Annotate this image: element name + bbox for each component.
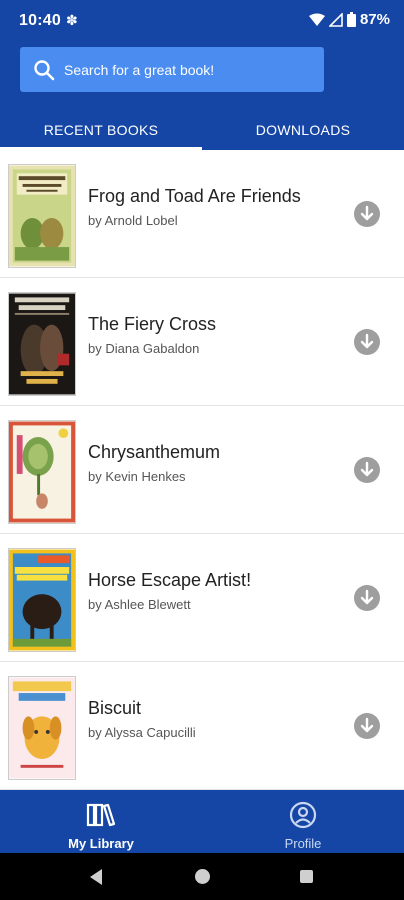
nav-my-library[interactable]: My Library bbox=[0, 790, 202, 853]
settings-notification-icon: ✽ bbox=[66, 12, 78, 28]
system-navigation-bar bbox=[0, 853, 404, 900]
book-list: Frog and Toad Are Friends by Arnold Lobe… bbox=[0, 150, 404, 790]
wifi-icon bbox=[308, 13, 325, 26]
book-title: Biscuit bbox=[88, 698, 142, 718]
book-title: The Fiery Cross bbox=[88, 314, 217, 334]
chrysanthemum-cover bbox=[8, 420, 76, 524]
status-bar: 10:40 ✽ 87% bbox=[0, 0, 404, 44]
download-icon[interactable] bbox=[353, 200, 381, 228]
status-time: 10:40 bbox=[19, 12, 61, 29]
biscuit-cover bbox=[8, 676, 76, 780]
list-item[interactable]: Frog and Toad Are Friends by Arnold Lobe… bbox=[0, 150, 404, 278]
download-icon[interactable] bbox=[353, 584, 381, 612]
battery-icon bbox=[346, 12, 356, 27]
tab-downloads[interactable]: DOWNLOADS bbox=[202, 106, 404, 150]
book-author: by Arnold Lobel bbox=[88, 213, 178, 228]
bottom-navigation: My Library Profile bbox=[0, 790, 404, 853]
book-author: by Kevin Henkes bbox=[88, 469, 186, 484]
nav-label: Profile bbox=[284, 836, 322, 851]
recents-icon[interactable] bbox=[300, 870, 313, 883]
list-item[interactable]: The Fiery Cross by Diana Gabaldon bbox=[0, 278, 404, 406]
download-icon[interactable] bbox=[353, 456, 381, 484]
back-icon[interactable] bbox=[90, 869, 102, 885]
status-icons: 87% bbox=[308, 11, 390, 28]
search-icon bbox=[34, 59, 55, 80]
home-icon[interactable] bbox=[195, 869, 210, 884]
battery-percent: 87% bbox=[359, 11, 390, 28]
horse-escape-cover bbox=[8, 548, 76, 652]
search-placeholder: Search for a great book! bbox=[64, 61, 215, 78]
tab-bar: RECENT BOOKS DOWNLOADS bbox=[0, 106, 404, 150]
book-author: by Ashlee Blewett bbox=[88, 597, 191, 612]
book-author: by Diana Gabaldon bbox=[88, 341, 200, 356]
list-item[interactable]: Horse Escape Artist! by Ashlee Blewett bbox=[0, 534, 404, 662]
book-title: Frog and Toad Are Friends bbox=[88, 186, 301, 206]
fiery-cross-cover bbox=[8, 292, 76, 396]
nav-profile[interactable]: Profile bbox=[202, 790, 404, 853]
book-title: Chrysanthemum bbox=[88, 442, 221, 462]
profile-icon bbox=[288, 800, 318, 830]
list-item[interactable]: Biscuit by Alyssa Capucilli bbox=[0, 662, 404, 790]
nav-label: My Library bbox=[68, 836, 134, 851]
list-item[interactable]: Chrysanthemum by Kevin Henkes bbox=[0, 406, 404, 534]
frog-and-toad-cover bbox=[8, 164, 76, 268]
search-bar[interactable]: Search for a great book! bbox=[20, 47, 324, 92]
book-author: by Alyssa Capucilli bbox=[88, 725, 196, 740]
download-icon[interactable] bbox=[353, 712, 381, 740]
download-icon[interactable] bbox=[353, 328, 381, 356]
app-header: 10:40 ✽ 87% Search for a great book! REC… bbox=[0, 0, 404, 150]
signal-icon bbox=[328, 12, 343, 27]
library-icon bbox=[86, 800, 116, 830]
tab-recent-books[interactable]: RECENT BOOKS bbox=[0, 106, 202, 150]
book-title: Horse Escape Artist! bbox=[88, 570, 252, 590]
